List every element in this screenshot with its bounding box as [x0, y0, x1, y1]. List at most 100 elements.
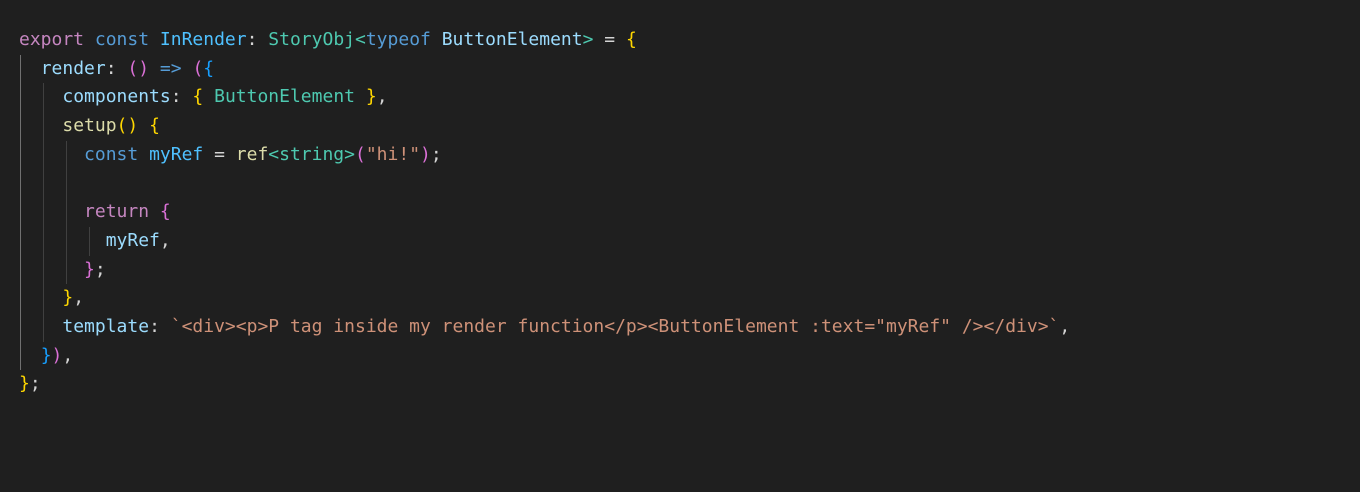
code-line-9[interactable]: };: [0, 255, 1360, 285]
indent-guide: [20, 312, 21, 342]
token-keyword: typeof: [365, 29, 431, 50]
token-punctuation: ;: [94, 258, 106, 280]
indent-guide: [43, 112, 44, 141]
token-bracket: {: [159, 201, 171, 223]
token-bracket: {: [625, 29, 637, 50]
code-line-10[interactable]: },: [0, 284, 1360, 313]
token-punctuation: ,: [159, 229, 171, 251]
token-punctuation: ,: [1059, 315, 1071, 337]
indent-guide: [43, 226, 44, 256]
token-punctuation: ,: [73, 287, 85, 309]
token-operator: =: [593, 29, 626, 50]
indent-guide: [43, 312, 44, 342]
indent-guide: [43, 255, 44, 285]
token-bracket: <: [355, 29, 366, 50]
token-keyword: return: [84, 201, 150, 223]
indent-guide: [20, 83, 21, 113]
token-bracket: }: [62, 287, 74, 309]
token-punctuation: ,: [62, 344, 74, 366]
indent-guide: [20, 140, 21, 170]
token-property: myRef: [105, 229, 160, 251]
token-identifier: ButtonElement: [441, 29, 583, 50]
token-identifier: myRef: [149, 143, 204, 165]
code-line-4[interactable]: setup() {: [0, 112, 1360, 141]
token-bracket: {: [203, 57, 215, 79]
token-bracket: }: [365, 86, 377, 108]
indent-guide: [20, 255, 21, 285]
token-punctuation: ;: [29, 373, 41, 395]
token-type: StoryObj: [268, 29, 355, 50]
token-bracket: ): [51, 344, 63, 366]
code-line-6[interactable]: [0, 169, 1360, 199]
indent-guide: [20, 341, 21, 371]
token-bracket: >: [582, 29, 594, 50]
indent-guide: [20, 226, 21, 256]
indent-guide: [43, 169, 44, 199]
token-bracket: <: [268, 143, 280, 165]
token-punctuation: :: [149, 315, 171, 337]
token-property: render: [40, 57, 106, 79]
code-line-1[interactable]: export const InRender: StoryObj<typeof B…: [0, 26, 1360, 55]
token-type: string: [279, 143, 345, 165]
token-punctuation: ,: [376, 86, 388, 108]
token-function: setup: [62, 115, 117, 137]
token-bracket: (): [116, 115, 139, 137]
token-bracket: ): [420, 143, 431, 165]
token-bracket: (: [355, 143, 366, 165]
token-type: ButtonElement: [214, 86, 355, 108]
indent-guide: [20, 169, 21, 199]
code-line-5[interactable]: const myRef = ref<string>("hi!");: [0, 140, 1360, 170]
token-bracket: }: [40, 344, 52, 366]
indent-guide: [66, 169, 67, 199]
code-line-12[interactable]: }),: [0, 341, 1360, 371]
indent-guide: [43, 198, 44, 227]
token-punctuation: :: [170, 86, 193, 108]
code-line-8[interactable]: myRef,: [0, 226, 1360, 256]
indent-guide: [43, 83, 44, 113]
token-keyword: export: [19, 29, 85, 50]
token-bracket: (: [192, 57, 204, 79]
indent-guide: [43, 140, 44, 170]
code-line-11[interactable]: template: `<div><p>P tag inside my rende…: [0, 312, 1360, 342]
indent-guide: [20, 112, 21, 141]
indent-guide: [20, 54, 21, 84]
token-bracket: (): [127, 57, 150, 79]
code-line-3[interactable]: components: { ButtonElement },: [0, 83, 1360, 113]
code-line-7[interactable]: return {: [0, 198, 1360, 227]
token-punctuation: ;: [430, 143, 442, 165]
code-line-2[interactable]: render: () => ({: [0, 54, 1360, 84]
token-operator: =: [203, 143, 236, 165]
token-function: ref: [235, 143, 269, 165]
indent-guide: [20, 284, 21, 313]
indent-guide: [66, 255, 67, 285]
token-string: "hi!": [365, 143, 421, 165]
code-editor[interactable]: export const InRender: StoryObj<typeof B…: [0, 0, 1360, 492]
indent-guide: [66, 198, 67, 227]
token-bracket: {: [149, 115, 160, 137]
code-line-13[interactable]: };: [0, 370, 1360, 399]
token-punctuation: :: [246, 29, 269, 50]
indent-guide: [66, 226, 67, 256]
indent-guide: [43, 284, 44, 313]
token-template-string: `<div><p>P tag inside my render function…: [170, 315, 1060, 337]
token-operator: =>: [149, 57, 193, 79]
token-bracket: }: [84, 258, 95, 280]
token-property: template: [62, 315, 150, 337]
token-bracket: >: [344, 143, 355, 165]
token-property: components: [62, 86, 171, 108]
